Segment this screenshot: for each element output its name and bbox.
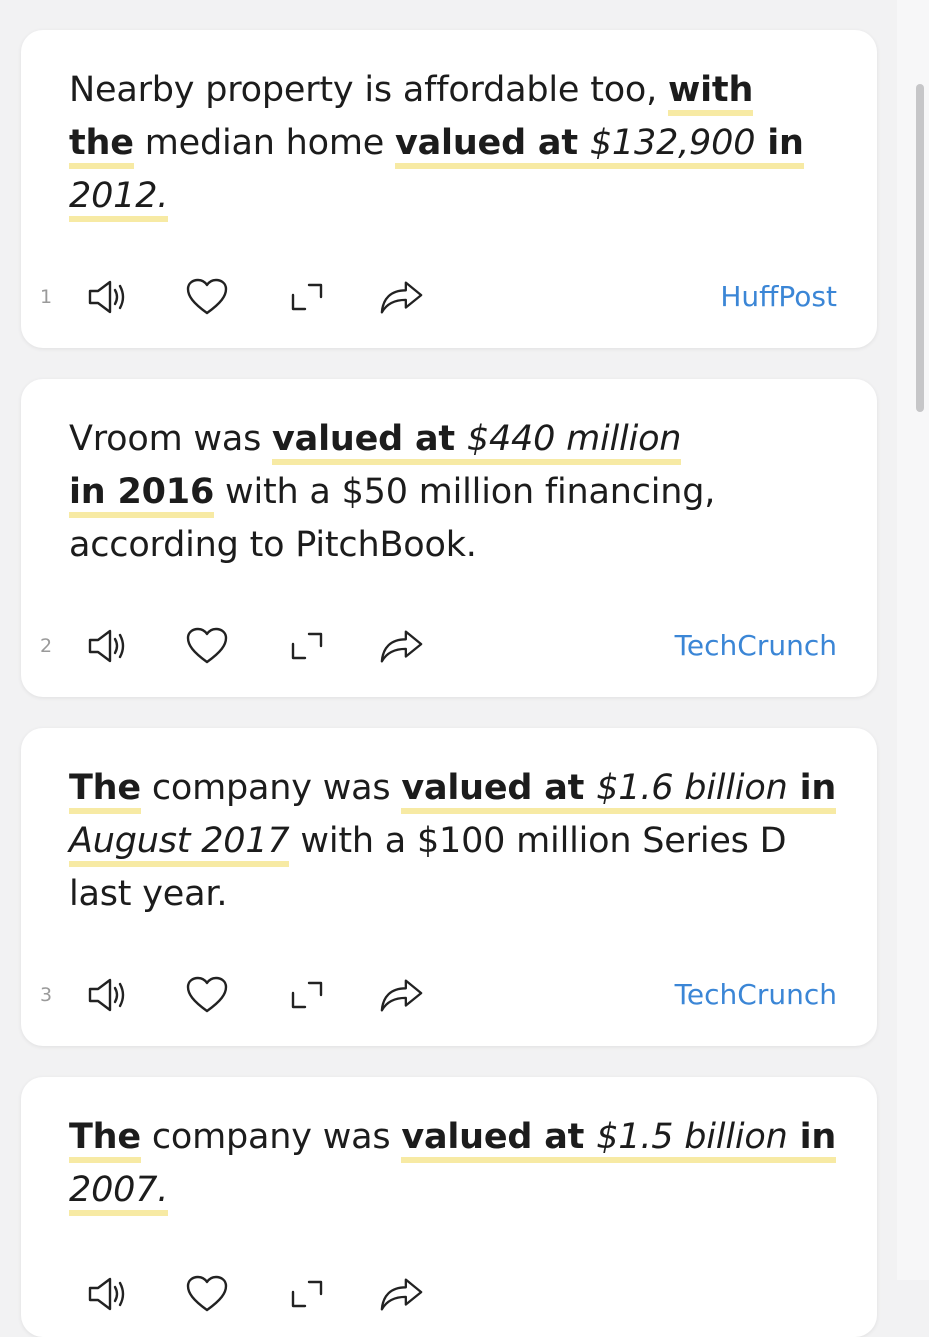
source-link[interactable]: TechCrunch (675, 629, 837, 662)
share-icon[interactable] (379, 1272, 425, 1316)
highlight-in: in (755, 123, 804, 169)
source-link[interactable]: HuffPost (720, 280, 837, 313)
speaker-icon[interactable] (86, 624, 132, 668)
result-card: Vroom was valued at $440 million in 2016… (21, 379, 877, 697)
highlight-date: 2012. (69, 176, 168, 222)
scroll-rail (897, 0, 929, 1280)
card-number: 1 (40, 286, 53, 308)
example-sentence: The company was valued at $1.6 billion i… (69, 768, 837, 914)
share-icon[interactable] (379, 275, 425, 319)
highlight-the: The (69, 1117, 141, 1163)
card-actions: 1 HuffPost (21, 272, 877, 322)
expand-icon[interactable] (284, 624, 330, 668)
highlight-in: in (787, 768, 836, 814)
expand-icon[interactable] (284, 973, 330, 1017)
highlight-date: August 2017 (69, 821, 290, 867)
highlight-date: 2007. (69, 1170, 168, 1216)
highlight-the: The (69, 768, 141, 814)
speaker-icon[interactable] (86, 973, 132, 1017)
result-card: The company was valued at $1.5 billion i… (21, 1077, 877, 1337)
highlight-valued-at: valued at (272, 419, 467, 465)
example-sentence: The company was valued at $1.5 billion i… (69, 1111, 839, 1217)
highlight-value: $1.5 billion (596, 1117, 788, 1163)
highlight-value: $132,900 (589, 123, 755, 169)
highlight-valued-at: valued at (401, 768, 597, 814)
speaker-icon[interactable] (86, 275, 132, 319)
result-card: Nearby property is affordable too, with … (21, 30, 877, 348)
heart-icon[interactable] (184, 624, 230, 668)
highlight-valued-at: valued at (395, 123, 590, 169)
source-link[interactable]: TechCrunch (675, 978, 837, 1011)
speaker-icon[interactable] (86, 1272, 132, 1316)
highlight-in-date: in 2016 (69, 472, 214, 518)
card-actions: 2 TechCrunch (21, 621, 877, 671)
expand-icon[interactable] (284, 275, 330, 319)
heart-icon[interactable] (184, 1272, 230, 1316)
share-icon[interactable] (379, 973, 425, 1017)
highlight-valued-at: valued at (401, 1117, 597, 1163)
card-number: 2 (40, 635, 53, 657)
share-icon[interactable] (379, 624, 425, 668)
highlight-value: $1.6 billion (596, 768, 788, 814)
highlight-in: in (787, 1117, 836, 1163)
heart-icon[interactable] (184, 973, 230, 1017)
expand-icon[interactable] (284, 1272, 330, 1316)
scrollbar-thumb[interactable] (916, 84, 924, 412)
heart-icon[interactable] (184, 275, 230, 319)
result-card: The company was valued at $1.6 billion i… (21, 728, 877, 1046)
card-actions: 3 TechCrunch (21, 970, 877, 1020)
highlight-value: $440 million (466, 419, 681, 465)
card-actions (21, 1269, 877, 1319)
example-sentence: Vroom was valued at $440 million in 2016… (69, 419, 716, 565)
example-sentence: Nearby property is affordable too, with … (69, 64, 829, 223)
card-number: 3 (40, 984, 53, 1006)
